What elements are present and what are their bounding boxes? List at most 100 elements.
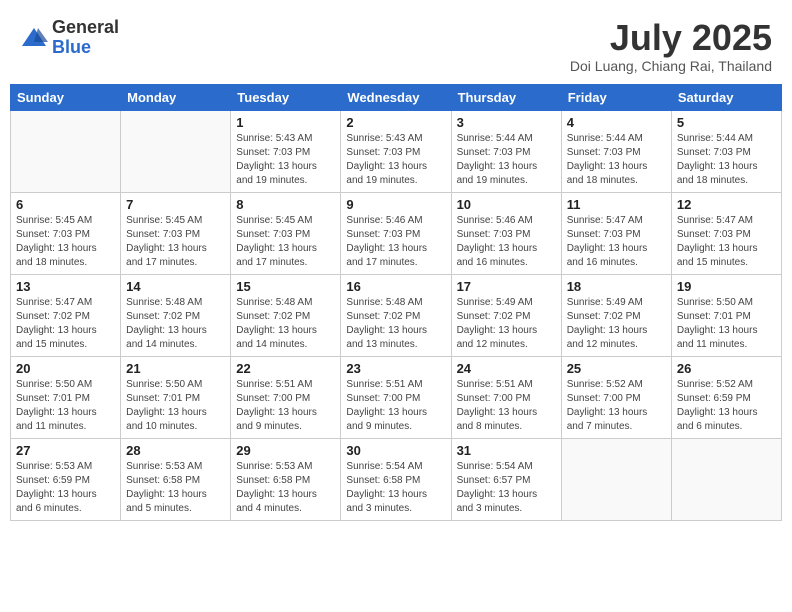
day-number: 15 [236, 279, 335, 294]
weekday-header: Wednesday [341, 84, 451, 110]
calendar-cell: 28Sunrise: 5:53 AM Sunset: 6:58 PM Dayli… [121, 438, 231, 520]
day-detail: Sunrise: 5:46 AM Sunset: 7:03 PM Dayligh… [346, 214, 445, 270]
calendar-cell: 20 Sunrise: 5:50 AM Sunset: 7:01 PM Dayli… [11, 356, 121, 438]
day-detail: Sunrise: 5:51 AM Sunset: 7:00 PM Dayligh… [457, 378, 556, 434]
day-number: 24 [457, 361, 556, 376]
day-number: 5 [677, 115, 776, 130]
day-number: 1 [236, 115, 335, 130]
logo-general: General [52, 18, 119, 38]
day-number: 19 [677, 279, 776, 294]
day-number: 17 [457, 279, 556, 294]
logo-blue: Blue [52, 38, 119, 58]
day-detail: Sunrise: 5:48 AM Sunset: 7:02 PM Dayligh… [346, 296, 445, 352]
day-detail: Sunrise: 5:52 AM Sunset: 6:59 PM Dayligh… [677, 378, 776, 434]
calendar-cell: 30 Sunrise: 5:54 AM Sunset: 6:58 PM Dayli… [341, 438, 451, 520]
day-number: 7 [126, 197, 225, 212]
calendar-cell: 31Sunrise: 5:54 AM Sunset: 6:57 PM Dayli… [451, 438, 561, 520]
day-detail: Sunrise: 5:53 AM Sunset: 6:58 PM Dayligh… [236, 460, 335, 516]
day-detail: Sunrise: 5:47 AM Sunset: 7:03 PM Dayligh… [677, 214, 776, 270]
title-block: July 2025 Doi Luang, Chiang Rai, Thailan… [570, 18, 772, 74]
day-detail: Sunrise: 5:43 AM Sunset: 7:03 PM Dayligh… [346, 132, 445, 188]
day-detail: Sunrise: 5:49 AM Sunset: 7:02 PM Dayligh… [567, 296, 666, 352]
day-number: 10 [457, 197, 556, 212]
calendar-cell: 9 Sunrise: 5:46 AM Sunset: 7:03 PM Daylig… [341, 192, 451, 274]
calendar-cell: 16 Sunrise: 5:48 AM Sunset: 7:02 PM Dayli… [341, 274, 451, 356]
day-number: 11 [567, 197, 666, 212]
day-detail: Sunrise: 5:54 AM Sunset: 6:58 PM Dayligh… [346, 460, 445, 516]
calendar-cell [11, 110, 121, 192]
calendar-week-row: 6 Sunrise: 5:45 AM Sunset: 7:03 PM Daylig… [11, 192, 782, 274]
calendar-week-row: 1 Sunrise: 5:43 AM Sunset: 7:03 PM Daylig… [11, 110, 782, 192]
day-number: 25 [567, 361, 666, 376]
day-detail: Sunrise: 5:44 AM Sunset: 7:03 PM Dayligh… [457, 132, 556, 188]
day-number: 6 [16, 197, 115, 212]
day-number: 12 [677, 197, 776, 212]
day-number: 31 [457, 443, 556, 458]
calendar-cell: 13 Sunrise: 5:47 AM Sunset: 7:02 PM Dayli… [11, 274, 121, 356]
calendar-cell: 4Sunrise: 5:44 AM Sunset: 7:03 PM Daylig… [561, 110, 671, 192]
day-detail: Sunrise: 5:48 AM Sunset: 7:02 PM Dayligh… [236, 296, 335, 352]
day-detail: Sunrise: 5:44 AM Sunset: 7:03 PM Dayligh… [677, 132, 776, 188]
day-number: 8 [236, 197, 335, 212]
day-detail: Sunrise: 5:50 AM Sunset: 7:01 PM Dayligh… [16, 378, 115, 434]
calendar-cell: 10 Sunrise: 5:46 AM Sunset: 7:03 PM Dayli… [451, 192, 561, 274]
calendar-cell: 8 Sunrise: 5:45 AM Sunset: 7:03 PM Daylig… [231, 192, 341, 274]
day-detail: Sunrise: 5:47 AM Sunset: 7:03 PM Dayligh… [567, 214, 666, 270]
day-number: 22 [236, 361, 335, 376]
calendar-cell: 23 Sunrise: 5:51 AM Sunset: 7:00 PM Dayli… [341, 356, 451, 438]
calendar-week-row: 20 Sunrise: 5:50 AM Sunset: 7:01 PM Dayli… [11, 356, 782, 438]
calendar-cell: 29Sunrise: 5:53 AM Sunset: 6:58 PM Dayli… [231, 438, 341, 520]
logo-text: General Blue [52, 18, 119, 58]
location-title: Doi Luang, Chiang Rai, Thailand [570, 58, 772, 74]
calendar-week-row: 13 Sunrise: 5:47 AM Sunset: 7:02 PM Dayli… [11, 274, 782, 356]
calendar: SundayMondayTuesdayWednesdayThursdayFrid… [10, 84, 782, 521]
day-number: 14 [126, 279, 225, 294]
day-detail: Sunrise: 5:46 AM Sunset: 7:03 PM Dayligh… [457, 214, 556, 270]
calendar-cell: 6Sunrise: 5:45 AM Sunset: 7:03 PM Daylig… [11, 192, 121, 274]
day-number: 23 [346, 361, 445, 376]
calendar-cell: 21 Sunrise: 5:50 AM Sunset: 7:01 PM Dayli… [121, 356, 231, 438]
weekday-header: Tuesday [231, 84, 341, 110]
logo: General Blue [20, 18, 119, 58]
page-header: General Blue July 2025 Doi Luang, Chiang… [10, 10, 782, 78]
weekday-header: Saturday [671, 84, 781, 110]
day-number: 20 [16, 361, 115, 376]
day-number: 9 [346, 197, 445, 212]
day-number: 21 [126, 361, 225, 376]
weekday-header: Thursday [451, 84, 561, 110]
day-detail: Sunrise: 5:52 AM Sunset: 7:00 PM Dayligh… [567, 378, 666, 434]
calendar-cell: 17 Sunrise: 5:49 AM Sunset: 7:02 PM Dayli… [451, 274, 561, 356]
calendar-cell: 14Sunrise: 5:48 AM Sunset: 7:02 PM Dayli… [121, 274, 231, 356]
weekday-header-row: SundayMondayTuesdayWednesdayThursdayFrid… [11, 84, 782, 110]
day-number: 13 [16, 279, 115, 294]
day-detail: Sunrise: 5:45 AM Sunset: 7:03 PM Dayligh… [236, 214, 335, 270]
calendar-cell: 15 Sunrise: 5:48 AM Sunset: 7:02 PM Dayli… [231, 274, 341, 356]
day-number: 18 [567, 279, 666, 294]
day-detail: Sunrise: 5:51 AM Sunset: 7:00 PM Dayligh… [346, 378, 445, 434]
day-number: 16 [346, 279, 445, 294]
day-number: 28 [126, 443, 225, 458]
day-detail: Sunrise: 5:49 AM Sunset: 7:02 PM Dayligh… [457, 296, 556, 352]
day-detail: Sunrise: 5:50 AM Sunset: 7:01 PM Dayligh… [126, 378, 225, 434]
day-number: 26 [677, 361, 776, 376]
calendar-cell: 7Sunrise: 5:45 AM Sunset: 7:03 PM Daylig… [121, 192, 231, 274]
weekday-header: Monday [121, 84, 231, 110]
month-title: July 2025 [570, 18, 772, 58]
day-number: 27 [16, 443, 115, 458]
calendar-cell: 27 Sunrise: 5:53 AM Sunset: 6:59 PM Dayli… [11, 438, 121, 520]
calendar-cell: 3 Sunrise: 5:44 AM Sunset: 7:03 PM Daylig… [451, 110, 561, 192]
weekday-header: Friday [561, 84, 671, 110]
calendar-week-row: 27 Sunrise: 5:53 AM Sunset: 6:59 PM Dayli… [11, 438, 782, 520]
calendar-cell: 12 Sunrise: 5:47 AM Sunset: 7:03 PM Dayli… [671, 192, 781, 274]
day-number: 2 [346, 115, 445, 130]
day-detail: Sunrise: 5:47 AM Sunset: 7:02 PM Dayligh… [16, 296, 115, 352]
day-number: 3 [457, 115, 556, 130]
day-detail: Sunrise: 5:44 AM Sunset: 7:03 PM Dayligh… [567, 132, 666, 188]
calendar-cell: 25 Sunrise: 5:52 AM Sunset: 7:00 PM Dayli… [561, 356, 671, 438]
calendar-cell: 5 Sunrise: 5:44 AM Sunset: 7:03 PM Daylig… [671, 110, 781, 192]
calendar-cell: 2 Sunrise: 5:43 AM Sunset: 7:03 PM Daylig… [341, 110, 451, 192]
calendar-cell [671, 438, 781, 520]
day-number: 30 [346, 443, 445, 458]
day-detail: Sunrise: 5:51 AM Sunset: 7:00 PM Dayligh… [236, 378, 335, 434]
day-detail: Sunrise: 5:53 AM Sunset: 6:59 PM Dayligh… [16, 460, 115, 516]
